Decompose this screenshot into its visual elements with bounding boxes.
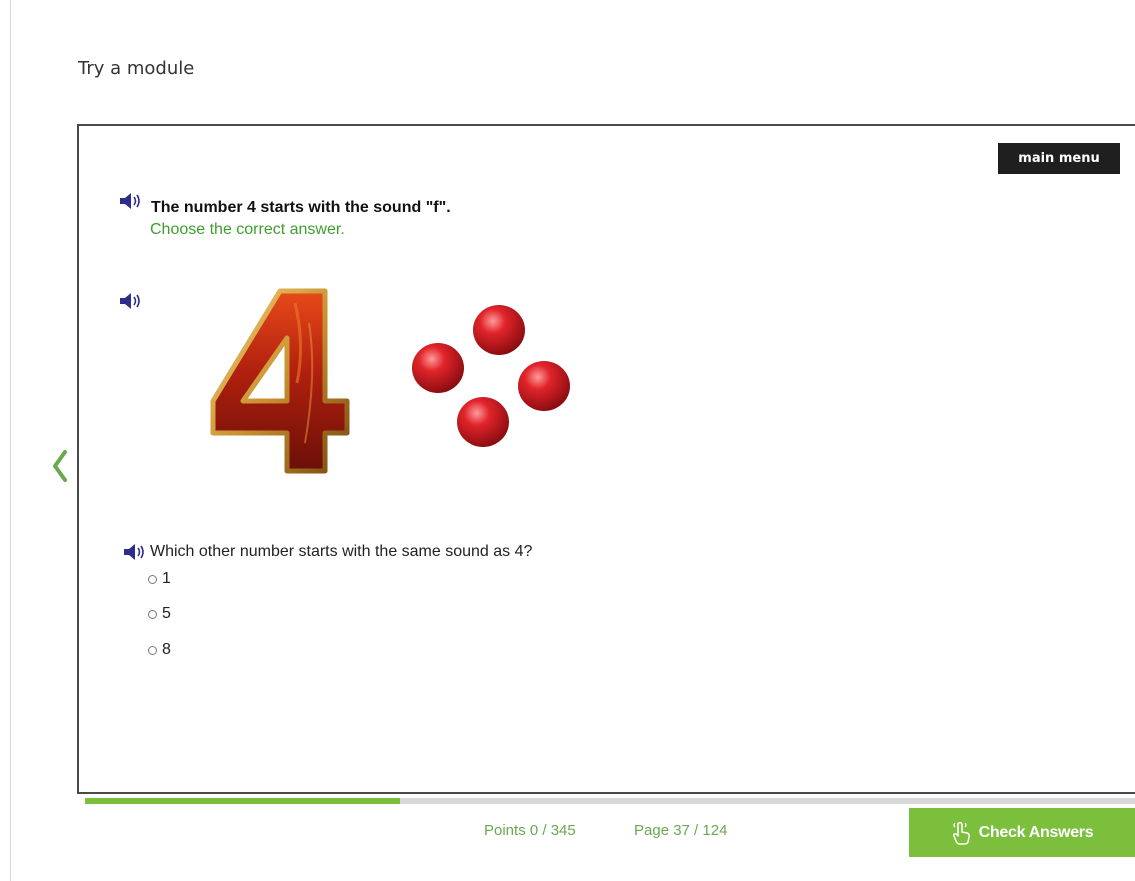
page-counter: Page 37 / 124 <box>634 822 728 839</box>
instruction-subtitle: Choose the correct answer. <box>150 221 345 238</box>
progress-bar <box>85 798 1135 804</box>
instruction-title: The number 4 starts with the sound "f". <box>151 199 451 216</box>
check-answers-label: Check Answers <box>978 823 1094 841</box>
numeral-four-image <box>210 288 350 474</box>
answer-option[interactable]: 8 <box>148 640 171 660</box>
radio-button[interactable] <box>148 574 157 584</box>
points-counter: Points 0 / 345 <box>484 822 576 839</box>
counter-dot <box>412 343 464 393</box>
question-text: Which other number starts with the same … <box>150 543 533 560</box>
option-label: 8 <box>162 641 171 658</box>
option-label: 5 <box>162 605 171 622</box>
counter-dot <box>518 361 570 411</box>
hand-pointer-icon <box>952 821 970 845</box>
speaker-icon[interactable] <box>123 543 149 561</box>
answer-option[interactable]: 1 <box>148 569 171 589</box>
speaker-icon[interactable] <box>119 292 145 310</box>
speaker-icon[interactable] <box>119 192 145 210</box>
counters-image <box>412 305 570 447</box>
counter-dot <box>457 397 509 447</box>
progress-fill <box>85 798 400 804</box>
chevron-left-icon[interactable] <box>48 447 72 485</box>
answer-option[interactable]: 5 <box>148 604 171 624</box>
main-menu-button[interactable]: main menu <box>998 143 1120 174</box>
left-divider <box>10 0 11 881</box>
page-title: Try a module <box>78 58 195 79</box>
check-answers-button[interactable]: Check Answers <box>909 808 1135 857</box>
radio-button[interactable] <box>148 645 157 655</box>
option-label: 1 <box>162 570 171 587</box>
counter-dot <box>473 305 525 355</box>
radio-button[interactable] <box>148 609 157 619</box>
